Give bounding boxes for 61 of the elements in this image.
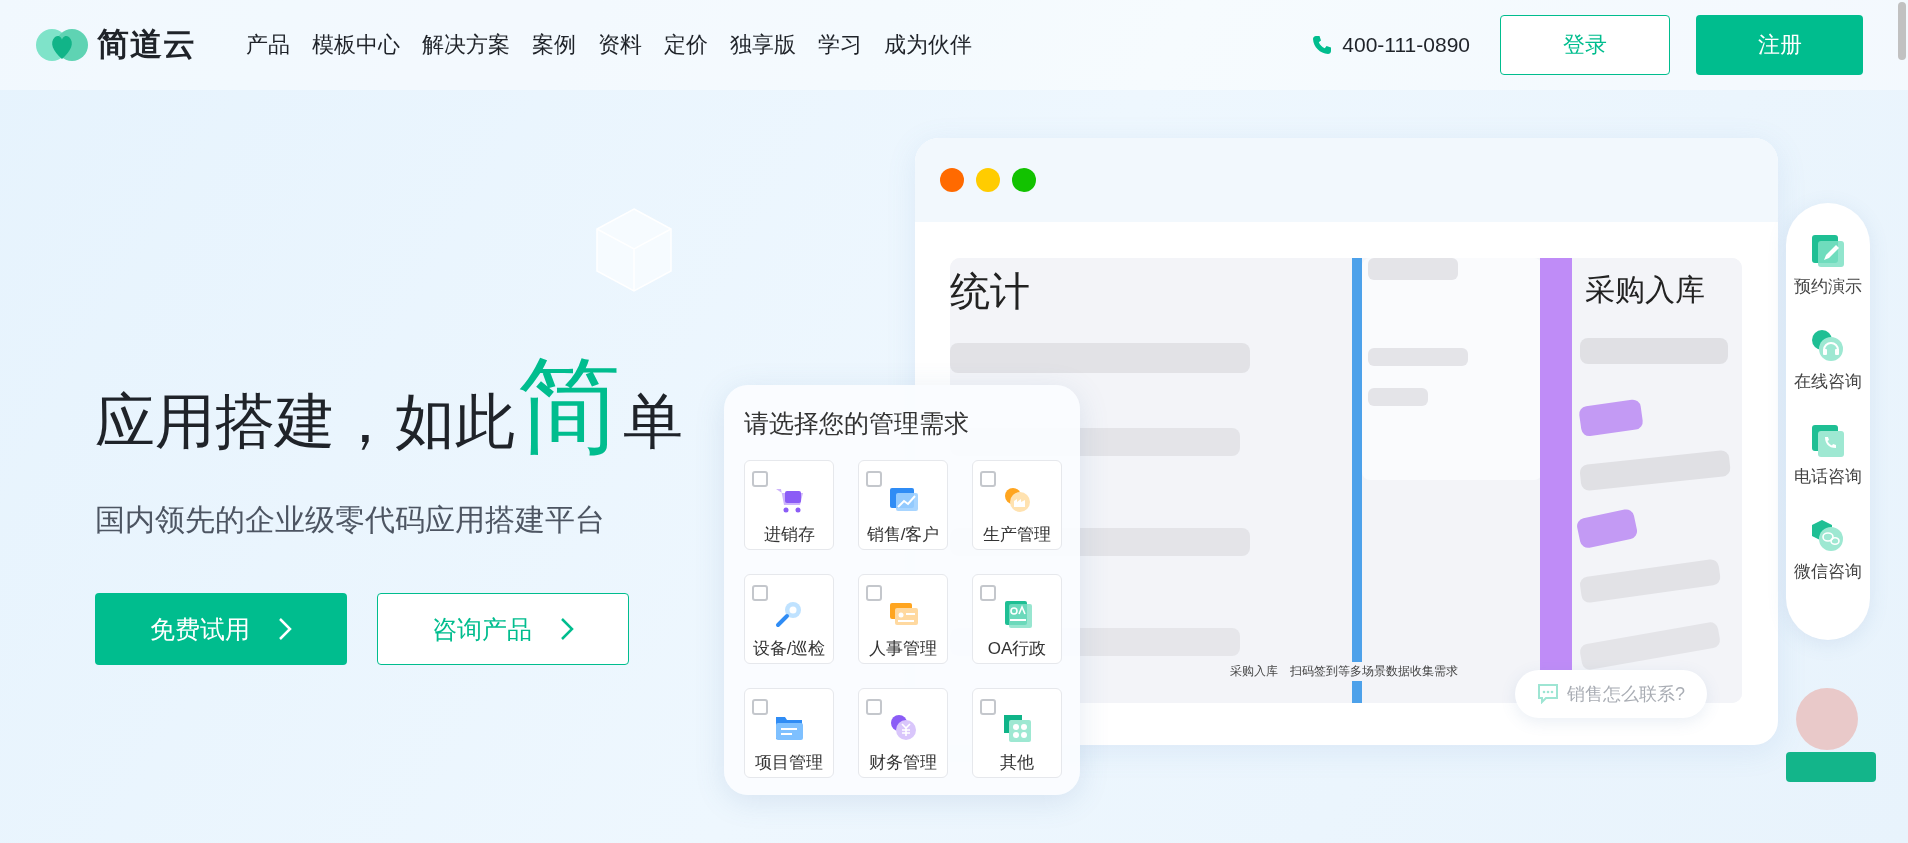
option-tile[interactable]: 销售/客户 <box>858 460 948 550</box>
nav-link[interactable]: 成为伙伴 <box>884 30 972 60</box>
option-tile[interactable]: 设备/巡检 <box>744 574 834 664</box>
chevron-right-icon <box>278 617 292 641</box>
phone-icon <box>1312 35 1333 55</box>
phone-icon <box>1810 423 1846 459</box>
option-label: 项目管理 <box>755 752 823 774</box>
window-dot <box>1012 168 1036 192</box>
nav-link[interactable]: 模板中心 <box>312 30 400 60</box>
checkbox[interactable] <box>980 585 996 601</box>
edit-icon <box>1810 233 1846 269</box>
contact-option[interactable]: 微信咨询 <box>1794 518 1862 583</box>
preview-heading: 采购入库 <box>1585 272 1705 308</box>
nav-link[interactable]: 产品 <box>246 30 290 60</box>
nav-link[interactable]: 定价 <box>664 30 708 60</box>
option-tile[interactable]: 进销存 <box>744 460 834 550</box>
chat-icon <box>1810 518 1846 554</box>
nav-link[interactable]: 资料 <box>598 30 642 60</box>
phone-number: 400-111-0890 <box>1342 33 1470 57</box>
option-label: 其他 <box>1000 752 1034 774</box>
nav-link[interactable]: 解决方案 <box>422 30 510 60</box>
nav-link[interactable]: 案例 <box>532 30 576 60</box>
checkbox[interactable] <box>866 585 882 601</box>
option-label: 生产管理 <box>983 524 1051 546</box>
checkbox[interactable] <box>980 471 996 487</box>
option-tile[interactable]: 财务管理 <box>858 688 948 778</box>
chat-icon <box>1537 684 1559 704</box>
preview-heading: 统计 <box>950 268 1030 315</box>
window-dot <box>940 168 964 192</box>
option-label: 销售/客户 <box>866 524 940 546</box>
option-tile[interactable]: 其他 <box>972 688 1062 778</box>
option-label: OA行政 <box>987 638 1047 660</box>
caption-text: 扫码签到等多场景数据收集需求 <box>1288 662 1460 681</box>
logo-text[interactable]: 简道云 <box>97 23 196 67</box>
window-dot <box>976 168 1000 192</box>
option-label: 进销存 <box>763 524 815 546</box>
nav-link[interactable]: 学习 <box>818 30 862 60</box>
option-tile[interactable]: 人事管理 <box>858 574 948 664</box>
checkbox[interactable] <box>866 699 882 715</box>
option-label: 人事管理 <box>869 638 937 660</box>
checkbox[interactable] <box>752 699 768 715</box>
chevron-right-icon <box>560 617 574 641</box>
checkbox[interactable] <box>866 471 882 487</box>
option-tile[interactable]: 项目管理 <box>744 688 834 778</box>
card-title: 请选择您的管理需求 <box>744 408 970 439</box>
contact-option[interactable]: 电话咨询 <box>1794 423 1862 488</box>
logo-icon <box>35 27 89 63</box>
option-label: 财务管理 <box>869 752 937 774</box>
checkbox[interactable] <box>752 471 768 487</box>
option-tile[interactable]: 生产管理 <box>972 460 1062 550</box>
option-label: 设备/巡检 <box>752 638 826 660</box>
option-tile[interactable]: OA行政 <box>972 574 1062 664</box>
nav-link[interactable]: 独享版 <box>730 30 796 60</box>
headset-icon <box>1810 328 1846 364</box>
contact-option[interactable]: 预约演示 <box>1794 233 1862 298</box>
checkbox[interactable] <box>980 699 996 715</box>
avatar-badge[interactable] <box>1786 752 1876 782</box>
checkbox[interactable] <box>752 585 768 601</box>
contact-option[interactable]: 在线咨询 <box>1794 328 1862 393</box>
scrollbar[interactable] <box>1898 2 1906 60</box>
hero-subtitle: 国内领先的企业级零代码应用搭建平台 <box>95 502 605 538</box>
